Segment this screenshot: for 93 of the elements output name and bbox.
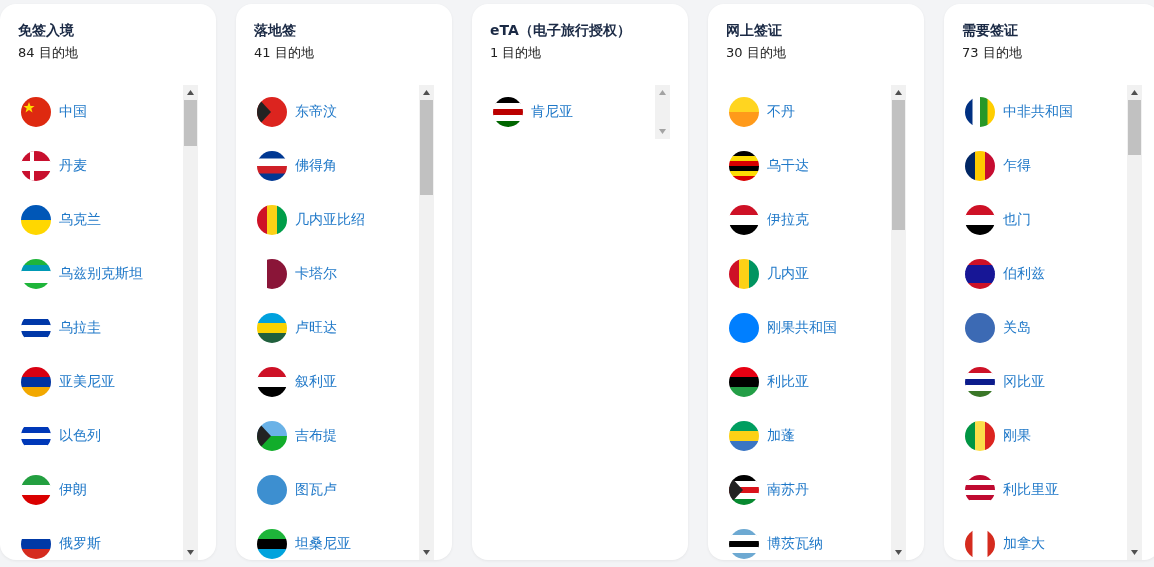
country-link[interactable]: 中非共和国: [1003, 103, 1073, 121]
scroll-down-icon[interactable]: [423, 550, 430, 555]
country-link[interactable]: 博茨瓦纳: [767, 535, 823, 553]
country-link[interactable]: 东帝汶: [295, 103, 337, 121]
country-link[interactable]: 佛得角: [295, 157, 337, 175]
scrollbar-thumb[interactable]: [892, 100, 905, 230]
scroll-down-icon[interactable]: [1131, 550, 1138, 555]
country-link[interactable]: 图瓦卢: [295, 481, 337, 499]
country-link[interactable]: 吉布提: [295, 427, 337, 445]
destination-count: 73 目的地: [962, 44, 1022, 62]
flag-icon: [965, 313, 995, 343]
scrollbar-thumb[interactable]: [1128, 100, 1141, 155]
flag-icon: [965, 259, 995, 289]
flag-icon: [965, 97, 995, 127]
country-link[interactable]: 肯尼亚: [531, 103, 573, 121]
country-link[interactable]: 乌兹别克斯坦: [59, 265, 143, 283]
scrollbar[interactable]: [419, 85, 434, 560]
category-title: 需要签证: [962, 22, 1018, 40]
scroll-up-icon[interactable]: [187, 90, 194, 95]
flag-icon: [257, 367, 287, 397]
country-link[interactable]: 亚美尼亚: [59, 373, 115, 391]
destination-count: 84 目的地: [18, 44, 78, 62]
flag-icon: [965, 205, 995, 235]
scrollbar-thumb[interactable]: [184, 100, 197, 146]
country-link[interactable]: 伊朗: [59, 481, 87, 499]
country-link[interactable]: 中国: [59, 103, 87, 121]
flag-icon: [965, 421, 995, 451]
category-title: 网上签证: [726, 22, 782, 40]
flag-icon: [257, 151, 287, 181]
country-link[interactable]: 伊拉克: [767, 211, 809, 229]
flag-icon: [21, 205, 51, 235]
country-link[interactable]: 叙利亚: [295, 373, 337, 391]
country-link[interactable]: 关岛: [1003, 319, 1031, 337]
flag-icon: [257, 475, 287, 505]
flag-icon: [729, 205, 759, 235]
country-link[interactable]: 坦桑尼亚: [295, 535, 351, 553]
flag-icon: [493, 97, 523, 127]
country-link[interactable]: 卢旺达: [295, 319, 337, 337]
country-link[interactable]: 乌拉圭: [59, 319, 101, 337]
country-link[interactable]: 卡塔尔: [295, 265, 337, 283]
country-link[interactable]: 几内亚: [767, 265, 809, 283]
country-link[interactable]: 乌克兰: [59, 211, 101, 229]
country-link[interactable]: 加蓬: [767, 427, 795, 445]
country-link[interactable]: 也门: [1003, 211, 1031, 229]
scroll-up-icon[interactable]: [895, 90, 902, 95]
flag-icon: [257, 421, 287, 451]
country-link[interactable]: 丹麦: [59, 157, 87, 175]
scrollbar-thumb[interactable]: [420, 100, 433, 195]
scroll-down-icon[interactable]: [895, 550, 902, 555]
country-link[interactable]: 伯利兹: [1003, 265, 1045, 283]
flag-icon: [21, 97, 51, 127]
country-link[interactable]: 乌干达: [767, 157, 809, 175]
flag-icon: [729, 151, 759, 181]
country-link[interactable]: 乍得: [1003, 157, 1031, 175]
flag-icon: [965, 151, 995, 181]
flag-icon: [729, 367, 759, 397]
flag-icon: [729, 475, 759, 505]
flag-icon: [729, 313, 759, 343]
country-link[interactable]: 几内亚比绍: [295, 211, 365, 229]
scrollbar[interactable]: [1127, 85, 1142, 560]
scroll-down-icon[interactable]: [187, 550, 194, 555]
flag-icon: [257, 205, 287, 235]
country-link[interactable]: 南苏丹: [767, 481, 809, 499]
category-title: eTA（电子旅行授权）: [490, 22, 631, 40]
country-link[interactable]: 俄罗斯: [59, 535, 101, 553]
country-link[interactable]: 以色列: [59, 427, 101, 445]
flag-icon: [257, 313, 287, 343]
scrollbar[interactable]: [183, 85, 198, 560]
flag-icon: [729, 421, 759, 451]
destination-count: 1 目的地: [490, 44, 542, 62]
flag-icon: [21, 259, 51, 289]
country-link[interactable]: 刚果共和国: [767, 319, 837, 337]
country-link[interactable]: 不丹: [767, 103, 795, 121]
country-link[interactable]: 利比里亚: [1003, 481, 1059, 499]
flag-icon: [21, 367, 51, 397]
flag-icon: [729, 259, 759, 289]
scrollbar[interactable]: [891, 85, 906, 560]
country-link[interactable]: 冈比亚: [1003, 373, 1045, 391]
country-link[interactable]: 加拿大: [1003, 535, 1045, 553]
flag-icon: [21, 475, 51, 505]
category-title: 落地签: [254, 22, 296, 40]
flag-icon: [965, 367, 995, 397]
country-link[interactable]: 利比亚: [767, 373, 809, 391]
flag-icon: [257, 529, 287, 559]
scroll-up-icon[interactable]: [423, 90, 430, 95]
flag-icon: [21, 151, 51, 181]
flag-icon: [257, 97, 287, 127]
destination-count: 41 目的地: [254, 44, 314, 62]
scroll-up-icon[interactable]: [1131, 90, 1138, 95]
destination-count: 30 目的地: [726, 44, 786, 62]
flag-icon: [729, 97, 759, 127]
country-link[interactable]: 刚果: [1003, 427, 1031, 445]
category-title: 免签入境: [18, 22, 74, 40]
